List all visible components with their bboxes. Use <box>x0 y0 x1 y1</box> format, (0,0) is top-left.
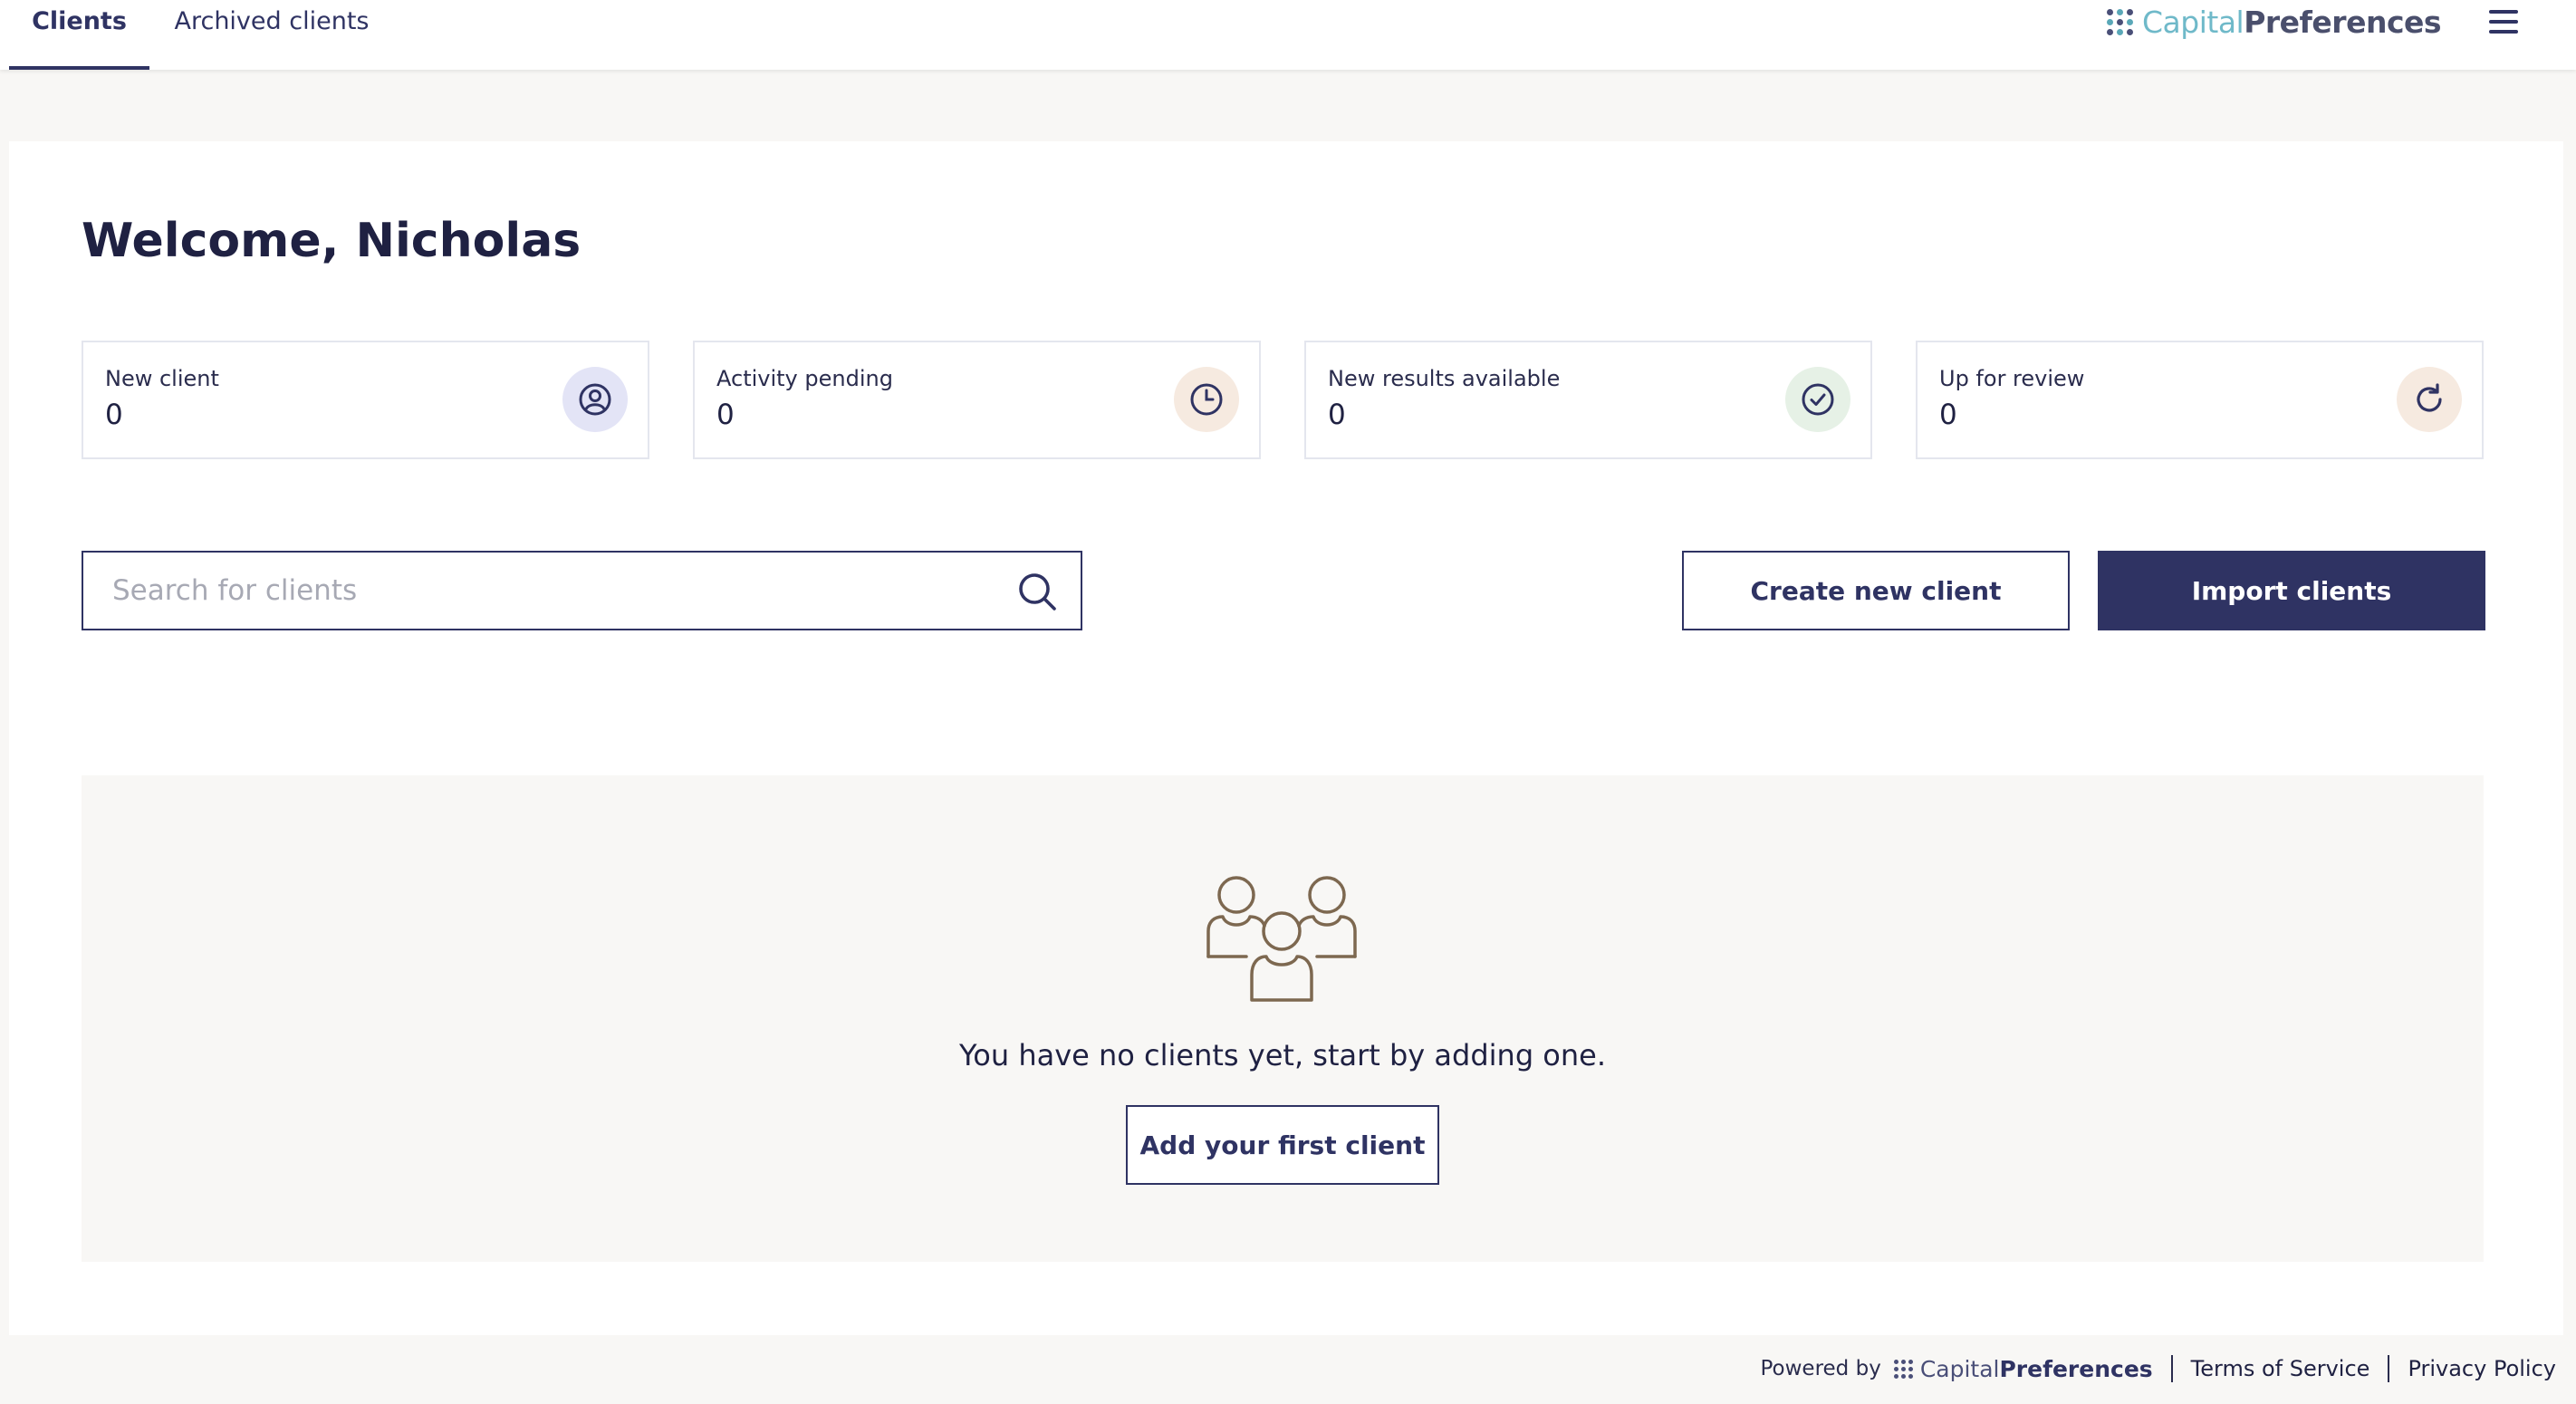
search-icon[interactable] <box>1016 571 1058 612</box>
brand-logo[interactable]: CapitalPreferences <box>2107 4 2442 40</box>
privacy-policy-link[interactable]: Privacy Policy <box>2408 1356 2556 1381</box>
tab-clients-label: Clients <box>32 7 127 35</box>
terms-of-service-link[interactable]: Terms of Service <box>2191 1356 2370 1381</box>
brand-dots-icon <box>1893 1359 1913 1379</box>
main-content-card: Welcome, Nicholas New client 0 Activity … <box>9 141 2563 1335</box>
stat-card-activity-pending[interactable]: Activity pending 0 <box>693 341 1261 459</box>
add-first-client-button[interactable]: Add your first client <box>1126 1105 1439 1185</box>
welcome-heading: Welcome, Nicholas <box>82 214 582 268</box>
users-group-icon <box>1206 876 1357 1002</box>
footer-divider <box>2170 1355 2173 1382</box>
tab-archived-clients-label: Archived clients <box>174 7 370 35</box>
empty-state-message: You have no clients yet, start by adding… <box>958 1038 1607 1072</box>
footer-brand-logo: CapitalPreferences <box>1893 1356 2153 1382</box>
stat-value: 0 <box>1939 399 1957 431</box>
top-navigation-bar: Clients Archived clients CapitalPreferen… <box>0 0 2576 70</box>
stat-label: New client <box>105 366 219 391</box>
tab-archived-clients[interactable]: Archived clients <box>163 0 380 70</box>
stat-value: 0 <box>716 399 735 431</box>
stat-card-new-client[interactable]: New client 0 <box>82 341 649 459</box>
footer: Powered by CapitalPreferences Terms of S… <box>0 1335 2576 1404</box>
import-clients-button[interactable]: Import clients <box>2098 551 2485 630</box>
clock-icon <box>1174 367 1239 432</box>
empty-state-panel: You have no clients yet, start by adding… <box>82 775 2484 1262</box>
brand-dots-icon <box>2107 8 2133 35</box>
user-circle-icon <box>562 367 628 432</box>
brand-wordmark: CapitalPreferences <box>2142 4 2442 40</box>
stat-value: 0 <box>1328 399 1346 431</box>
footer-divider <box>2388 1355 2390 1382</box>
powered-by-label: Powered by <box>1760 1357 1881 1380</box>
search-input[interactable] <box>83 553 989 629</box>
search-box <box>82 551 1082 630</box>
create-new-client-button[interactable]: Create new client <box>1682 551 2070 630</box>
stat-card-new-results[interactable]: New results available 0 <box>1304 341 1872 459</box>
check-circle-icon <box>1785 367 1850 432</box>
hamburger-menu-icon[interactable] <box>2485 5 2522 38</box>
tab-clients[interactable]: Clients <box>9 0 149 70</box>
stat-label: Up for review <box>1939 366 2085 391</box>
stat-card-up-for-review[interactable]: Up for review 0 <box>1916 341 2484 459</box>
stat-label: New results available <box>1328 366 1561 391</box>
stat-label: Activity pending <box>716 366 893 391</box>
refresh-icon <box>2397 367 2462 432</box>
stat-value: 0 <box>105 399 123 431</box>
